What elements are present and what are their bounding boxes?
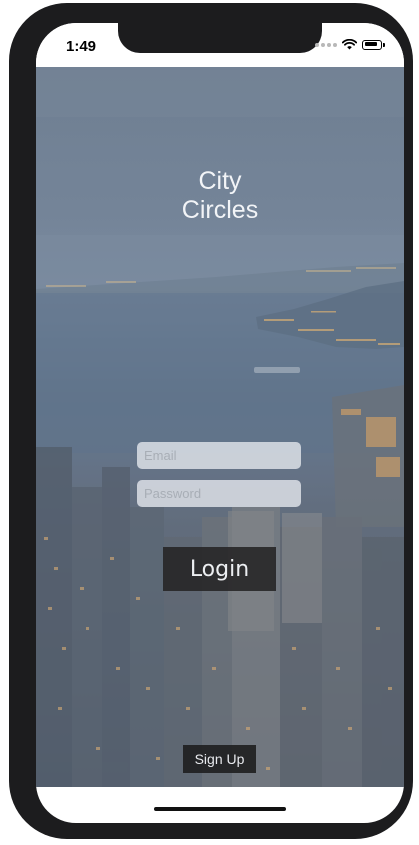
password-input[interactable] xyxy=(137,480,301,507)
wifi-icon xyxy=(342,39,357,50)
phone-frame: 1:49 City Circles Email Login Sign Up xyxy=(9,3,413,839)
battery-icon xyxy=(362,39,385,50)
app-title-line-2: Circles xyxy=(181,196,259,224)
cellular-signal-icon xyxy=(315,42,337,47)
app-title-line-1: City xyxy=(198,167,242,195)
status-bar: 1:49 xyxy=(36,23,404,67)
phone-screen: 1:49 City Circles Email Login Sign Up xyxy=(36,23,404,823)
status-time: 1:49 xyxy=(66,38,97,55)
email-input[interactable] xyxy=(137,442,301,469)
login-button[interactable]: Login xyxy=(163,547,276,591)
notch xyxy=(118,23,322,53)
app-title: City Circles xyxy=(36,167,404,225)
status-icons xyxy=(315,39,385,50)
login-screen: City Circles Login Sign Up xyxy=(36,67,404,787)
home-indicator[interactable] xyxy=(154,807,286,811)
signup-button[interactable]: Sign Up xyxy=(183,745,256,773)
